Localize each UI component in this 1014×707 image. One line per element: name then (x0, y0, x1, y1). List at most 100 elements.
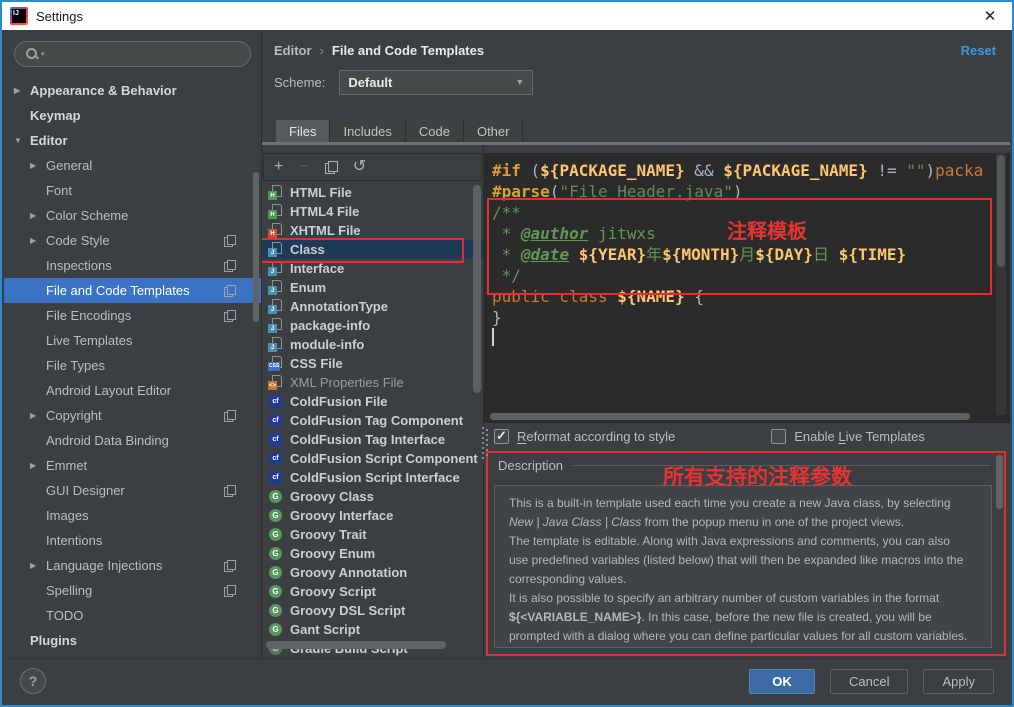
sidebar-item-code-style[interactable]: ▶Code Style (4, 228, 261, 253)
panel-splitter-handle[interactable] (480, 427, 488, 461)
list-scrollbar-thumb[interactable] (473, 185, 481, 393)
sidebar-item-language-injections[interactable]: ▶Language Injections (4, 553, 261, 578)
template-item-label: Groovy Class (290, 489, 374, 504)
ok-button[interactable]: OK (749, 669, 815, 694)
sidebar-item-label: File Types (46, 358, 105, 373)
sidebar-item-copyright[interactable]: ▶Copyright (4, 403, 261, 428)
sidebar-item-android-layout-editor[interactable]: Android Layout Editor (4, 378, 261, 403)
template-item-interface[interactable]: JInterface (262, 259, 483, 278)
sidebar-item-editor[interactable]: ▼Editor (4, 128, 261, 153)
description-scrollbar-thumb[interactable] (996, 455, 1003, 509)
template-item-annotationtype[interactable]: JAnnotationType (262, 297, 483, 316)
template-item-label: XHTML File (290, 223, 361, 238)
reset-link[interactable]: Reset (961, 43, 996, 58)
sidebar-item-emmet[interactable]: ▶Emmet (4, 453, 261, 478)
sidebar-scrollbar-thumb[interactable] (253, 172, 259, 322)
template-item-html-file[interactable]: HHTML File (262, 183, 483, 202)
tab-other[interactable]: Other (464, 120, 524, 142)
checkbox-checked-icon[interactable] (494, 429, 509, 444)
template-item-label: ColdFusion Script Interface (290, 470, 460, 485)
editor-hscrollbar-thumb[interactable] (490, 413, 970, 420)
template-item-groovy-script[interactable]: GGroovy Script (262, 582, 483, 601)
chevron-right-icon[interactable]: ▶ (30, 561, 46, 570)
template-item-groovy-trait[interactable]: GGroovy Trait (262, 525, 483, 544)
search-options-caret-icon[interactable]: ▾ (41, 50, 45, 58)
sidebar-item-color-scheme[interactable]: ▶Color Scheme (4, 203, 261, 228)
search-box[interactable]: ▾ (14, 41, 251, 67)
chevron-right-icon[interactable]: ▶ (30, 236, 46, 245)
template-item-label: Groovy DSL Script (290, 603, 405, 618)
template-item-class[interactable]: JClass (262, 240, 483, 259)
template-item-gant-script[interactable]: GGant Script (262, 620, 483, 639)
template-item-groovy-enum[interactable]: GGroovy Enum (262, 544, 483, 563)
sidebar-item-inspections[interactable]: Inspections (4, 253, 261, 278)
java-file-icon: J (268, 318, 284, 333)
chevron-right-icon[interactable]: ▶ (14, 86, 30, 95)
sidebar-item-keymap[interactable]: Keymap (4, 103, 261, 128)
cancel-button[interactable]: Cancel (830, 669, 908, 694)
search-input[interactable] (49, 47, 240, 61)
template-item-coldfusion-tag-interface[interactable]: cf ColdFusion Tag Interface (262, 430, 483, 449)
sidebar-item-label: Font (46, 183, 72, 198)
template-item-css-file[interactable]: CSSCSS File (262, 354, 483, 373)
sidebar-item-android-data-binding[interactable]: Android Data Binding (4, 428, 261, 453)
html-file-icon: H (268, 185, 284, 200)
template-code-editor[interactable]: #if (${PACKAGE_NAME} && ${PACKAGE_NAME} … (484, 153, 1010, 423)
template-item-groovy-dsl-script[interactable]: GGroovy DSL Script (262, 601, 483, 620)
sidebar-item-appearance-behavior[interactable]: ▶Appearance & Behavior (4, 78, 261, 103)
help-button[interactable]: ? (20, 668, 46, 694)
editor-scrollbar-thumb[interactable] (997, 155, 1005, 267)
sidebar-item-spelling[interactable]: Spelling (4, 578, 261, 603)
template-item-coldfusion-file[interactable]: cfColdFusion File (262, 392, 483, 411)
sidebar-item-file-encodings[interactable]: File Encodings (4, 303, 261, 328)
copy-scheme-icon (224, 560, 235, 572)
sidebar-item-live-templates[interactable]: Live Templates (4, 328, 261, 353)
sidebar-item-file-and-code-templates[interactable]: File and Code Templates (4, 278, 261, 303)
template-item-xml-properties-file[interactable]: <>XML Properties File (262, 373, 483, 392)
template-item-module-info[interactable]: Jmodule-info (262, 335, 483, 354)
revert-template-icon[interactable]: ↺ (353, 159, 366, 175)
sidebar-item-intentions[interactable]: Intentions (4, 528, 261, 553)
sidebar-item-label: Android Data Binding (46, 433, 169, 448)
tab-code[interactable]: Code (406, 120, 464, 142)
copy-template-icon[interactable] (325, 161, 337, 174)
sidebar-item-todo[interactable]: TODO (4, 603, 261, 628)
sidebar-item-font[interactable]: Font (4, 178, 261, 203)
cf-file-icon: cf (268, 394, 284, 409)
chevron-right-icon[interactable]: ▶ (30, 461, 46, 470)
template-item-coldfusion-script-component[interactable]: cfColdFusion Script Component (262, 449, 483, 468)
scheme-dropdown[interactable]: Default ▼ (339, 70, 533, 95)
template-item-coldfusion-tag-component[interactable]: cfColdFusion Tag Component (262, 411, 483, 430)
checkbox-unchecked-icon[interactable] (771, 429, 786, 444)
tab-includes[interactable]: Includes (330, 120, 405, 142)
remove-template-icon[interactable]: − (299, 159, 308, 175)
template-item-enum[interactable]: JEnum (262, 278, 483, 297)
list-hscrollbar-thumb[interactable] (266, 641, 446, 649)
sidebar-item-file-types[interactable]: File Types (4, 353, 261, 378)
sidebar-item-images[interactable]: Images (4, 503, 261, 528)
add-template-icon[interactable]: + (274, 159, 283, 175)
cf-file-icon: cf (268, 432, 284, 447)
breadcrumb-editor[interactable]: Editor (274, 43, 312, 58)
tab-files[interactable]: Files (276, 120, 330, 142)
template-item-groovy-annotation[interactable]: GGroovy Annotation (262, 563, 483, 582)
sidebar-item-gui-designer[interactable]: GUI Designer (4, 478, 261, 503)
sidebar-item-plugins[interactable]: Plugins (4, 628, 261, 653)
chevron-down-icon[interactable]: ▼ (14, 136, 30, 145)
chevron-right-icon[interactable]: ▶ (30, 161, 46, 170)
template-item-package-info[interactable]: Jpackage-info (262, 316, 483, 335)
reformat-checkbox[interactable]: Reformat according to style (494, 429, 675, 444)
chevron-right-icon[interactable]: ▶ (30, 411, 46, 420)
live-templates-checkbox[interactable]: Enable Live Templates (771, 429, 925, 444)
chevron-right-icon[interactable]: ▶ (30, 211, 46, 220)
chevron-down-icon: ▼ (515, 77, 524, 87)
template-item-coldfusion-script-interface[interactable]: cfColdFusion Script Interface (262, 468, 483, 487)
template-item-label: ColdFusion Tag Interface (290, 432, 445, 447)
close-icon[interactable]: ✕ (976, 7, 1004, 25)
template-item-groovy-interface[interactable]: GGroovy Interface (262, 506, 483, 525)
apply-button[interactable]: Apply (923, 669, 994, 694)
template-item-xhtml-file[interactable]: HXHTML File (262, 221, 483, 240)
template-item-html4-file[interactable]: HHTML4 File (262, 202, 483, 221)
template-item-groovy-class[interactable]: GGroovy Class (262, 487, 483, 506)
sidebar-item-general[interactable]: ▶General (4, 153, 261, 178)
